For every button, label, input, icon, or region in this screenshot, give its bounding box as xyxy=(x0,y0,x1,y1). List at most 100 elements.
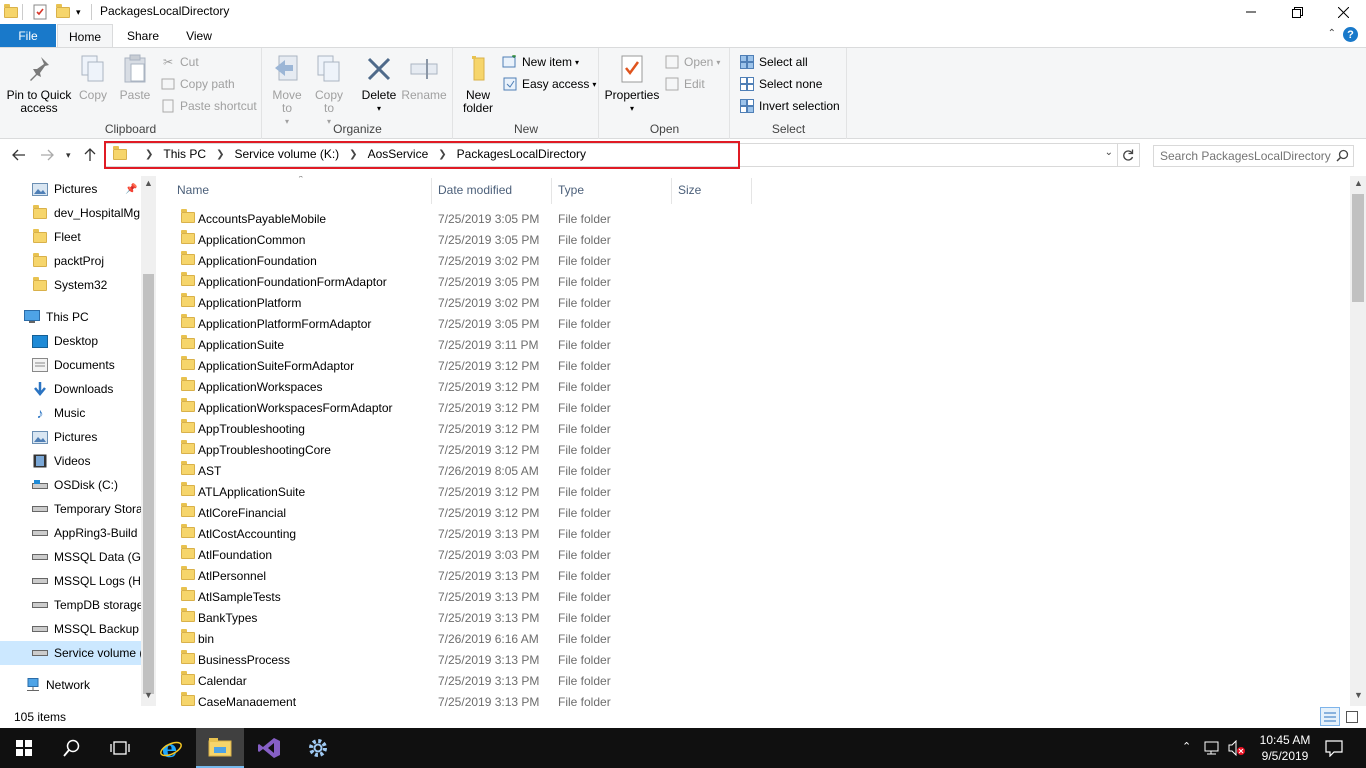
visual-studio-button[interactable] xyxy=(245,728,293,768)
volume-muted-icon[interactable] xyxy=(1228,739,1246,759)
nav-item-system32[interactable]: System32 xyxy=(32,273,156,297)
table-row[interactable]: ApplicationSuiteFormAdaptor 7/25/2019 3:1… xyxy=(177,355,757,376)
search-icon[interactable] xyxy=(1336,149,1349,165)
new-item-button[interactable]: New item ▾ xyxy=(502,52,579,72)
tab-view[interactable]: View xyxy=(171,24,227,47)
copy-path-button[interactable]: Copy path xyxy=(160,74,235,94)
nav-item-mssql-backup[interactable]: MSSQL Backup ( xyxy=(32,617,156,641)
cut-button[interactable]: ✂ Cut xyxy=(160,52,199,72)
file-list-scrollbar[interactable]: ▲ ▼ xyxy=(1350,176,1366,706)
nav-item-mssql-logs[interactable]: MSSQL Logs (H: xyxy=(32,569,156,593)
taskbar-clock[interactable]: 10:45 AM 9/5/2019 xyxy=(1250,732,1320,764)
customize-quick-access-icon[interactable]: ▾ xyxy=(76,3,81,21)
table-row[interactable]: Calendar 7/25/2019 3:13 PM File folder xyxy=(177,670,757,691)
scroll-down-icon[interactable]: ▼ xyxy=(1354,690,1363,700)
nav-item-downloads[interactable]: Downloads xyxy=(32,377,156,401)
back-arrow-icon[interactable] xyxy=(12,148,26,164)
easy-access-button[interactable]: Easy access ▾ xyxy=(502,74,596,94)
recent-locations-chevron-icon[interactable]: ▾ xyxy=(66,150,71,161)
table-row[interactable]: BankTypes 7/25/2019 3:13 PM File folder xyxy=(177,607,757,628)
forward-arrow-icon[interactable] xyxy=(40,148,54,164)
tab-share[interactable]: Share xyxy=(115,24,171,47)
nav-item-this-pc[interactable]: This PC xyxy=(24,305,156,329)
rename-button[interactable]: Rename xyxy=(401,52,447,102)
nav-item-tempdb-storage[interactable]: TempDB storage xyxy=(32,593,156,617)
column-header-type[interactable]: Type xyxy=(558,183,584,197)
internet-explorer-button[interactable]: e xyxy=(147,728,195,768)
nav-item-mssql-data[interactable]: MSSQL Data (G:) xyxy=(32,545,156,569)
table-row[interactable]: AtlFoundation 7/25/2019 3:03 PM File folde… xyxy=(177,544,757,565)
notifications-icon[interactable] xyxy=(1325,739,1343,760)
table-row[interactable]: ApplicationPlatform 7/25/2019 3:02 PM File… xyxy=(177,292,757,313)
table-row[interactable]: ApplicationFoundationFormAdaptor 7/25/201… xyxy=(177,271,757,292)
ribbon-collapse-icon[interactable]: ⌃ xyxy=(1328,28,1336,39)
start-button[interactable] xyxy=(0,728,48,768)
table-row[interactable]: ApplicationSuite 7/25/2019 3:11 PM File fo… xyxy=(177,334,757,355)
open-button[interactable]: Open ▾ xyxy=(664,52,720,72)
tab-home[interactable]: Home xyxy=(57,24,113,48)
restore-button[interactable] xyxy=(1274,0,1320,24)
table-row[interactable]: ATLApplicationSuite 7/25/2019 3:12 PM File… xyxy=(177,481,757,502)
task-view-button[interactable] xyxy=(96,728,144,768)
table-row[interactable]: AST 7/26/2019 8:05 AM File folder xyxy=(177,460,757,481)
table-row[interactable]: ApplicationCommon 7/25/2019 3:05 PM File f… xyxy=(177,229,757,250)
select-none-button[interactable]: Select none xyxy=(739,74,822,94)
table-row[interactable]: BusinessProcess 7/25/2019 3:13 PM File fol… xyxy=(177,649,757,670)
edit-button[interactable]: Edit xyxy=(664,74,705,94)
tab-file[interactable]: File xyxy=(0,24,56,47)
scroll-up-icon[interactable]: ▲ xyxy=(144,178,153,188)
minimize-button[interactable] xyxy=(1228,0,1274,24)
table-row[interactable]: AppTroubleshootingCore 7/25/2019 3:12 PM F… xyxy=(177,439,757,460)
address-history-chevron-icon[interactable]: ⌄ xyxy=(1105,147,1113,158)
table-row[interactable]: ApplicationWorkspaces 7/25/2019 3:12 PM Fi… xyxy=(177,376,757,397)
up-arrow-icon[interactable] xyxy=(84,148,96,165)
pin-to-quick-access-button[interactable]: Pin to Quick access xyxy=(4,52,74,115)
new-folder-button[interactable]: New folder xyxy=(460,52,496,115)
nav-item-appring3-build[interactable]: AppRing3-Build xyxy=(32,521,156,545)
properties-button[interactable]: Properties ▾ xyxy=(604,52,660,115)
move-to-button[interactable]: Move to ▾ xyxy=(269,52,305,128)
properties-quick-icon[interactable] xyxy=(32,3,48,21)
nav-item-temporary-storage[interactable]: Temporary Stora xyxy=(32,497,156,521)
search-button[interactable] xyxy=(48,728,96,768)
show-hidden-icons-chevron-icon[interactable]: ⌃ xyxy=(1182,740,1191,753)
table-row[interactable]: CaseManagement 7/25/2019 3:13 PM File fold… xyxy=(177,691,757,706)
nav-pane-scrollbar[interactable]: ▲ ▼ xyxy=(141,176,156,706)
network-status-icon[interactable] xyxy=(1204,740,1222,759)
copy-to-button[interactable]: Copy to ▾ xyxy=(311,52,347,128)
table-row[interactable]: AtlCoreFinancial 7/25/2019 3:12 PM File fo… xyxy=(177,502,757,523)
nav-item-videos[interactable]: Videos xyxy=(32,449,156,473)
file-list-scroll-thumb[interactable] xyxy=(1352,194,1364,302)
large-icons-view-icon[interactable] xyxy=(1344,709,1360,725)
nav-item-pictures[interactable]: Pictures xyxy=(32,425,156,449)
close-button[interactable] xyxy=(1320,0,1366,24)
table-row[interactable]: ApplicationPlatformFormAdaptor 7/25/2019 … xyxy=(177,313,757,334)
nav-item-desktop[interactable]: Desktop xyxy=(32,329,156,353)
column-header-name[interactable]: Name xyxy=(177,183,209,197)
paste-button[interactable]: Paste xyxy=(117,52,153,102)
nav-item-music[interactable]: ♪ Music xyxy=(32,401,156,425)
nav-item-pictures-quick[interactable]: Pictures 📌 xyxy=(32,177,156,201)
table-row[interactable]: AtlPersonnel 7/25/2019 3:13 PM File folder xyxy=(177,565,757,586)
scroll-up-icon[interactable]: ▲ xyxy=(1354,178,1363,188)
paste-shortcut-button[interactable]: Paste shortcut xyxy=(160,96,257,116)
new-folder-quick-icon[interactable] xyxy=(56,3,70,21)
details-view-icon[interactable] xyxy=(1320,707,1340,726)
copy-button[interactable]: Copy xyxy=(75,52,111,102)
table-row[interactable]: AtlSampleTests 7/25/2019 3:13 PM File fold… xyxy=(177,586,757,607)
search-input[interactable] xyxy=(1154,146,1332,166)
nav-item-fleet[interactable]: Fleet xyxy=(32,225,156,249)
nav-pane-scroll-thumb[interactable] xyxy=(143,274,154,694)
delete-button[interactable]: Delete ▾ xyxy=(359,52,399,115)
table-row[interactable]: ApplicationWorkspacesFormAdaptor 7/25/201… xyxy=(177,397,757,418)
select-all-button[interactable]: Select all xyxy=(739,52,808,72)
settings-app-button[interactable] xyxy=(294,728,342,768)
nav-item-documents[interactable]: Documents xyxy=(32,353,156,377)
column-header-size[interactable]: Size xyxy=(678,183,701,197)
file-explorer-button[interactable] xyxy=(196,728,244,768)
column-header-date-modified[interactable]: Date modified xyxy=(438,183,512,197)
search-box[interactable] xyxy=(1153,145,1354,167)
nav-item-osdisk-c[interactable]: OSDisk (C:) xyxy=(32,473,156,497)
nav-item-packtproj[interactable]: packtProj xyxy=(32,249,156,273)
table-row[interactable]: AtlCostAccounting 7/25/2019 3:13 PM File f… xyxy=(177,523,757,544)
